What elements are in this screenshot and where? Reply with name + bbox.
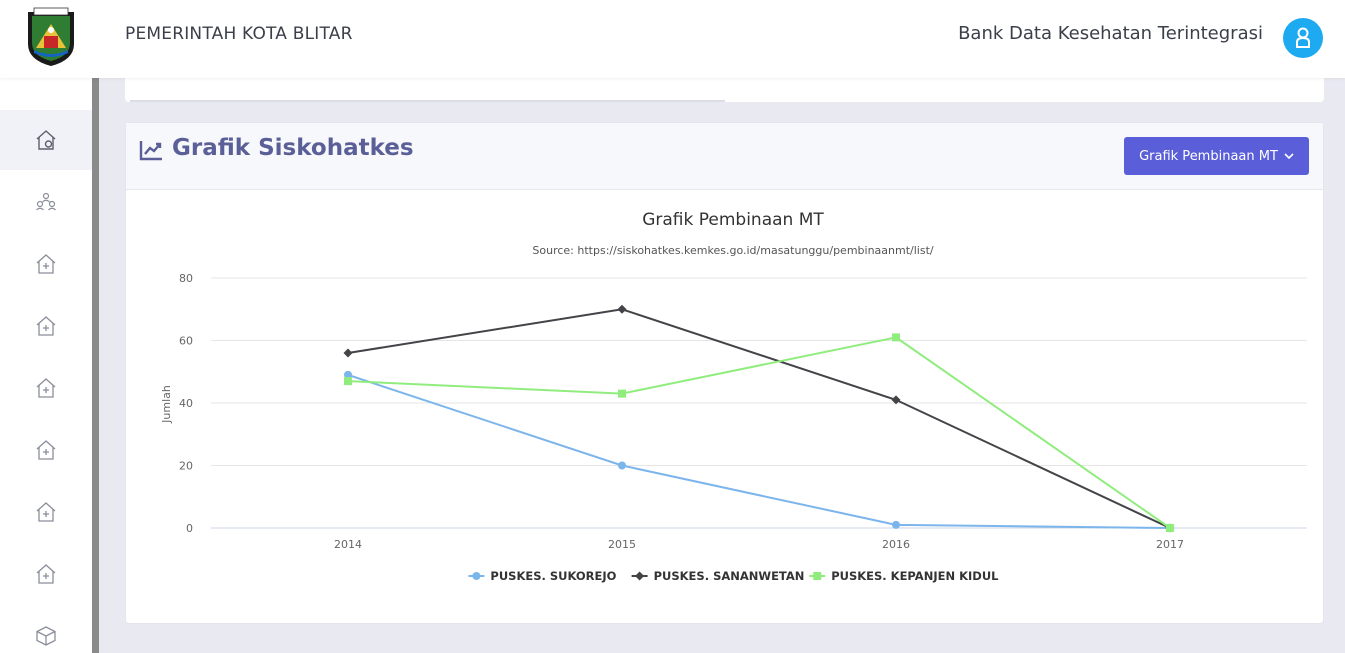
series-line (347, 373, 1171, 529)
app-title: Bank Data Kesehatan Terintegrasi (958, 23, 1263, 44)
y-axis-label: Jumlah (160, 385, 173, 424)
card-header: Grafik Siskohatkes Grafik Pembinaan MT (126, 123, 1323, 190)
x-tick-label: 2017 (1156, 538, 1184, 551)
hospital-icon (36, 440, 56, 460)
y-tick-label: 80 (179, 272, 193, 285)
data-point[interactable] (344, 377, 352, 386)
previous-card (125, 78, 1324, 102)
series-group (344, 370, 1174, 532)
chart-subtitle: Source: https://siskohatkes.kemkes.go.id… (532, 244, 933, 257)
x-tick-label: 2015 (608, 538, 636, 551)
legend-label: PUSKES. SANANWETAN (654, 569, 805, 583)
kota-blitar-crest-icon[interactable] (22, 6, 80, 68)
previous-card-divider (130, 100, 725, 102)
x-tick-label: 2014 (334, 538, 362, 551)
sidebar-item-hospital-2[interactable] (0, 296, 92, 356)
series-line (347, 336, 1171, 529)
sidebar-item-home[interactable] (0, 110, 92, 170)
line-chart-icon (139, 141, 162, 161)
chart-select-dropdown[interactable]: Grafik Pembinaan MT (1124, 137, 1309, 175)
sidebar-item-hospital-1[interactable] (0, 234, 92, 294)
sidebar-item-users[interactable] (0, 172, 92, 232)
legend-label: PUSKES. KEPANJEN KIDUL (831, 569, 999, 583)
hospital-icon (36, 564, 56, 584)
hospital-icon (36, 254, 56, 274)
grafik-card: Grafik Siskohatkes Grafik Pembinaan MT G… (125, 122, 1324, 624)
user-avatar-button[interactable] (1283, 18, 1323, 58)
sidebar-item-hospital-3[interactable] (0, 358, 92, 418)
chart-title: Grafik Pembinaan MT (642, 210, 824, 230)
y-tick-label: 0 (186, 522, 193, 535)
legend-item[interactable]: PUSKES. KEPANJEN KIDUL (809, 569, 999, 583)
sidebar-item-hospital-4[interactable] (0, 420, 92, 480)
sidebar-item-hospital-5[interactable] (0, 482, 92, 542)
sidebar-item-hospital-6[interactable] (0, 544, 92, 604)
sidebar (0, 78, 92, 653)
data-point[interactable] (617, 304, 627, 314)
legend-item[interactable]: PUSKES. SANANWETAN (631, 569, 805, 583)
users-icon (36, 192, 56, 211)
data-point[interactable] (343, 348, 353, 358)
user-icon (1296, 27, 1310, 48)
data-point[interactable] (618, 389, 626, 398)
data-point[interactable] (1166, 524, 1174, 532)
y-tick-label: 60 (179, 335, 193, 348)
sidebar-item-box[interactable] (0, 606, 92, 653)
home-icon (36, 130, 56, 150)
series-group (343, 304, 1175, 533)
data-point[interactable] (892, 520, 900, 529)
y-tick-label: 20 (179, 460, 193, 473)
sidebar-scrollbar[interactable] (92, 78, 99, 653)
series-group (344, 333, 1174, 532)
data-point[interactable] (618, 461, 626, 470)
data-point[interactable] (892, 333, 900, 342)
box-icon (36, 626, 56, 646)
card-title: Grafik Siskohatkes (172, 135, 414, 161)
x-tick-label: 2016 (882, 538, 910, 551)
hospital-icon (36, 502, 56, 522)
hospital-icon (36, 378, 56, 398)
legend-item[interactable]: PUSKES. SUKOREJO (468, 569, 617, 583)
legend-label: PUSKES. SUKOREJO (490, 569, 616, 583)
chevron-down-icon (1284, 153, 1294, 159)
dropdown-label: Grafik Pembinaan MT (1139, 148, 1278, 164)
y-tick-label: 40 (179, 397, 193, 410)
line-chart: Grafik Pembinaan MT Source: https://sisk… (160, 210, 1307, 583)
hospital-icon (36, 316, 56, 336)
government-name: PEMERINTAH KOTA BLITAR (125, 24, 353, 44)
top-bar: PEMERINTAH KOTA BLITAR Bank Data Kesehat… (0, 0, 1345, 78)
